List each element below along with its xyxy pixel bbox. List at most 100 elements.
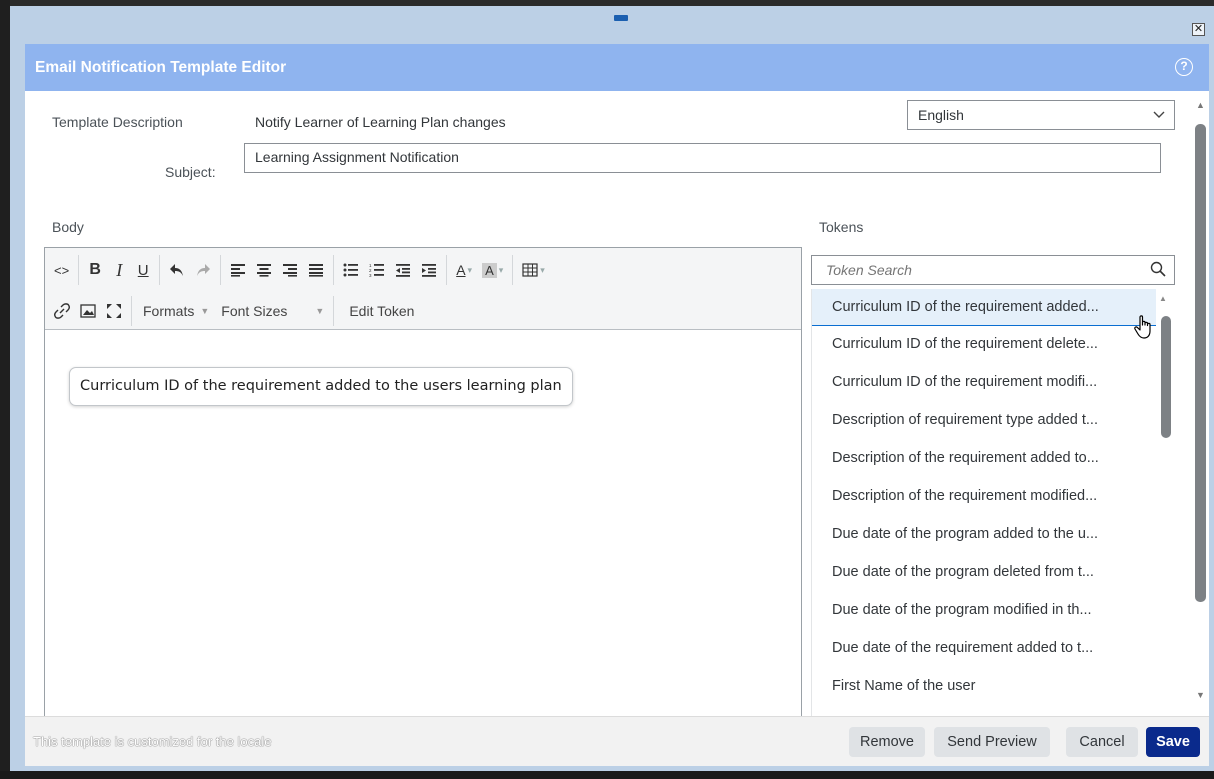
align-justify-icon bbox=[309, 264, 324, 277]
background-color-button[interactable]: A ▾ bbox=[477, 256, 508, 284]
font-sizes-dropdown[interactable]: Font Sizes ▼ bbox=[214, 297, 329, 325]
align-left-button[interactable] bbox=[225, 256, 251, 284]
outdent-button[interactable] bbox=[390, 256, 416, 284]
close-icon[interactable]: ✕ bbox=[1192, 23, 1205, 36]
undo-icon bbox=[170, 264, 184, 276]
token-list-item[interactable]: Description of requirement type added t.… bbox=[812, 402, 1156, 439]
align-right-button[interactable] bbox=[277, 256, 303, 284]
token-list-item[interactable]: Description of the requirement added to.… bbox=[812, 440, 1156, 477]
token-list-item[interactable]: Curriculum ID of the requirement added..… bbox=[812, 289, 1156, 326]
body-label: Body bbox=[52, 219, 84, 235]
cancel-button[interactable]: Cancel bbox=[1066, 727, 1138, 757]
numbered-list-icon: 123 bbox=[369, 263, 385, 277]
toolbar-separator bbox=[333, 255, 335, 285]
remove-button[interactable]: Remove bbox=[849, 727, 925, 757]
bold-button[interactable]: B bbox=[83, 256, 107, 284]
formats-dropdown[interactable]: Formats ▼ bbox=[136, 297, 214, 325]
toolbar-row-1: <> B I U 1 2 3 A ▾ A ▾ ▾ bbox=[45, 250, 801, 290]
save-button[interactable]: Save bbox=[1146, 727, 1200, 757]
toolbar-separator bbox=[220, 255, 222, 285]
font-sizes-label: Font Sizes bbox=[221, 303, 288, 319]
background-color-icon: A bbox=[482, 262, 497, 278]
align-center-icon bbox=[257, 264, 272, 277]
indent-icon bbox=[422, 264, 437, 277]
toolbar-separator bbox=[333, 296, 335, 326]
bullet-list-button[interactable] bbox=[338, 256, 364, 284]
token-list-item[interactable]: First Name of the user bbox=[812, 668, 1156, 705]
table-icon bbox=[522, 263, 538, 277]
fullscreen-icon bbox=[107, 304, 121, 318]
token-search-input[interactable] bbox=[812, 256, 1142, 284]
fullscreen-button[interactable] bbox=[101, 297, 127, 325]
search-icon[interactable] bbox=[1150, 261, 1166, 282]
token-list-item[interactable]: Curriculum ID of the requirement modifi.… bbox=[812, 364, 1156, 401]
token-list-scroll-up-icon[interactable]: ▲ bbox=[1159, 294, 1167, 303]
redo-button[interactable] bbox=[190, 256, 216, 284]
editor-toolbar: <> B I U 1 2 3 A ▾ A ▾ ▾ Formats ▼ Font … bbox=[45, 248, 801, 330]
token-search-field[interactable] bbox=[811, 255, 1175, 285]
dialog-footer: This template is customized for the loca… bbox=[25, 716, 1209, 766]
tokens-label: Tokens bbox=[819, 219, 864, 235]
outdent-icon bbox=[396, 264, 411, 277]
toolbar-separator bbox=[446, 255, 448, 285]
token-list-item[interactable]: Due date of the program deleted from t..… bbox=[812, 554, 1156, 591]
italic-button[interactable]: I bbox=[107, 256, 131, 284]
toolbar-row-2: Formats ▼ Font Sizes ▼ Edit Token bbox=[45, 291, 801, 331]
dropdown-arrow-icon: ▼ bbox=[200, 306, 210, 316]
token-list-item[interactable]: Due date of the requirement added to t..… bbox=[812, 630, 1156, 667]
table-button[interactable]: ▾ bbox=[517, 256, 550, 284]
backdrop bbox=[0, 0, 10, 779]
toolbar-separator bbox=[159, 255, 161, 285]
link-icon bbox=[54, 303, 70, 319]
scroll-up-icon[interactable]: ▲ bbox=[1196, 100, 1205, 110]
template-description-value: Notify Learner of Learning Plan changes bbox=[255, 114, 506, 130]
send-preview-button[interactable]: Send Preview bbox=[934, 727, 1050, 757]
token-list-item[interactable]: Due date of the program modified in th..… bbox=[812, 592, 1156, 629]
formats-label: Formats bbox=[143, 303, 195, 319]
scroll-down-icon[interactable]: ▼ bbox=[1196, 690, 1205, 700]
body-rich-text-editor: <> B I U 1 2 3 A ▾ A ▾ ▾ Formats ▼ Font … bbox=[44, 247, 802, 717]
align-justify-button[interactable] bbox=[303, 256, 329, 284]
undo-button[interactable] bbox=[164, 256, 190, 284]
dropdown-arrow-icon: ▾ bbox=[467, 264, 473, 275]
token-list-item[interactable]: Description of the requirement modified.… bbox=[812, 478, 1156, 515]
title-bar: Email Notification Template Editor ? bbox=[25, 44, 1209, 91]
main-scrollbar[interactable] bbox=[1195, 124, 1206, 602]
token-list-scrollbar[interactable] bbox=[1161, 316, 1171, 438]
dropdown-arrow-icon: ▼ bbox=[315, 306, 325, 316]
edit-token-button[interactable]: Edit Token bbox=[338, 297, 425, 325]
help-icon[interactable]: ? bbox=[1175, 58, 1193, 76]
template-editor-panel: Email Notification Template Editor ? Tem… bbox=[25, 44, 1209, 766]
subject-input[interactable]: Learning Assignment Notification bbox=[244, 143, 1161, 173]
editor-content-area[interactable]: Curriculum ID of the requirement added t… bbox=[45, 330, 801, 716]
language-select[interactable]: English bbox=[907, 100, 1175, 130]
customized-note: This template is customized for the loca… bbox=[33, 734, 272, 749]
toolbar-separator bbox=[131, 296, 132, 326]
template-description-label: Template Description bbox=[52, 114, 183, 130]
align-center-button[interactable] bbox=[251, 256, 277, 284]
token-chip[interactable]: Curriculum ID of the requirement added t… bbox=[69, 367, 573, 406]
hand-cursor-icon bbox=[1133, 314, 1155, 345]
insert-image-button[interactable] bbox=[75, 297, 101, 325]
text-color-icon: A bbox=[456, 262, 466, 278]
image-icon bbox=[80, 304, 96, 318]
insert-link-button[interactable] bbox=[49, 297, 75, 325]
dialog-frame: ✕ Email Notification Template Editor ? T… bbox=[10, 6, 1214, 771]
redo-icon bbox=[197, 264, 211, 276]
dialog-title: Email Notification Template Editor bbox=[35, 59, 287, 76]
dropdown-arrow-icon: ▾ bbox=[540, 264, 545, 275]
underline-button[interactable]: U bbox=[131, 256, 155, 284]
drag-handle-icon[interactable] bbox=[614, 15, 628, 21]
toolbar-separator bbox=[512, 255, 514, 285]
backdrop-bottom bbox=[0, 771, 1214, 779]
token-list-item[interactable]: Due date of the program added to the u..… bbox=[812, 516, 1156, 553]
indent-button[interactable] bbox=[416, 256, 442, 284]
svg-text:3: 3 bbox=[369, 273, 372, 277]
source-code-button[interactable]: <> bbox=[49, 256, 74, 284]
numbered-list-button[interactable]: 123 bbox=[364, 256, 390, 284]
bullet-list-icon bbox=[343, 263, 359, 277]
text-color-button[interactable]: A ▾ bbox=[451, 256, 477, 284]
toolbar-separator bbox=[78, 255, 80, 285]
token-list-item[interactable]: Curriculum ID of the requirement delete.… bbox=[812, 326, 1156, 363]
token-list: Curriculum ID of the requirement added..… bbox=[811, 289, 1175, 716]
